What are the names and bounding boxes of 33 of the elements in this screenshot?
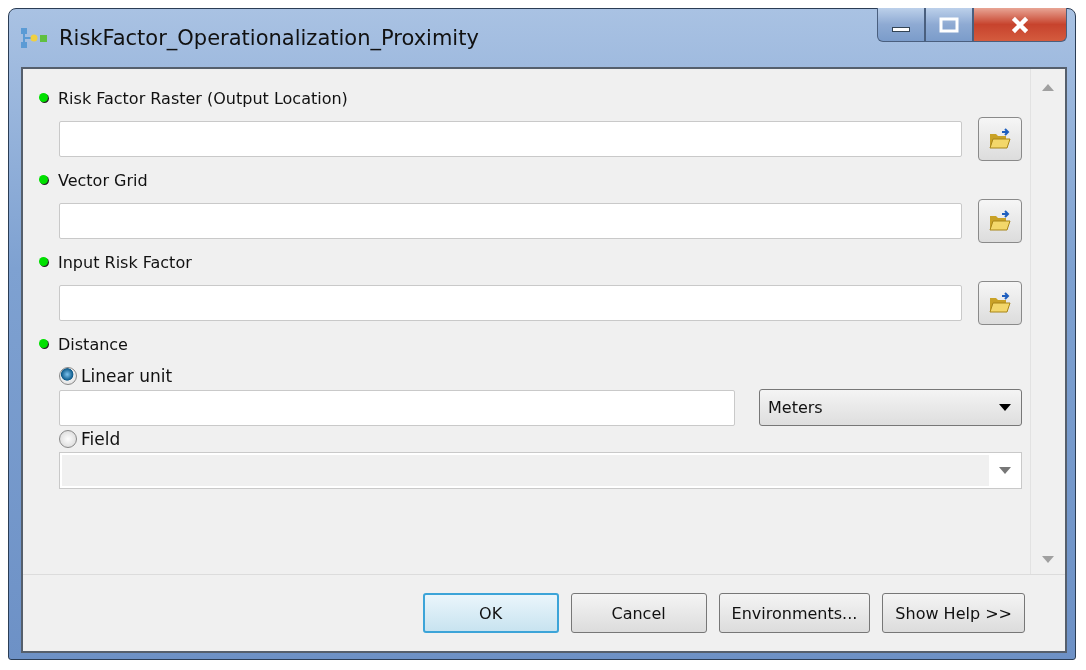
radio-option[interactable]: Linear unit: [59, 363, 173, 389]
dialog-button[interactable]: OK: [422, 593, 559, 633]
parameter-label: Risk Factor Raster (Output Location): [58, 89, 348, 108]
window-title: RiskFactor_Operationalization_Proximity: [59, 26, 479, 50]
unit-dropdown[interactable]: Meters: [759, 389, 1022, 426]
scroll-down-icon: [1042, 556, 1054, 564]
folder-icon: [988, 128, 1012, 150]
parameter-label: Vector Grid: [58, 171, 148, 190]
dialog-button[interactable]: Environments...: [718, 593, 871, 633]
caret-icon: [999, 466, 1011, 475]
browse-button[interactable]: [978, 199, 1022, 243]
parameter-label: Input Risk Factor: [58, 253, 192, 272]
path-input[interactable]: [59, 203, 962, 239]
scroll-up-icon: [1042, 83, 1054, 91]
minimize-icon: [892, 27, 910, 32]
minimize-button[interactable]: [877, 8, 925, 42]
close-icon: [1009, 15, 1031, 34]
maximize-icon: [939, 16, 959, 33]
maximize-button[interactable]: [925, 8, 973, 42]
dialog-button[interactable]: Show Help >>: [882, 593, 1025, 633]
parameter-label: Distance: [58, 335, 128, 354]
distance-input[interactable]: [59, 389, 735, 426]
browse-button[interactable]: [978, 281, 1022, 325]
folder-icon: [988, 210, 1012, 232]
radio-option[interactable]: Field: [59, 426, 121, 452]
path-input[interactable]: [59, 121, 962, 157]
caret-icon: [999, 403, 1011, 412]
path-input[interactable]: [59, 285, 962, 321]
close-button[interactable]: [973, 8, 1067, 42]
browse-button[interactable]: [978, 117, 1022, 161]
dialog-button[interactable]: Cancel: [570, 593, 707, 633]
folder-icon: [988, 292, 1012, 314]
field-dropdown[interactable]: [59, 452, 1022, 489]
